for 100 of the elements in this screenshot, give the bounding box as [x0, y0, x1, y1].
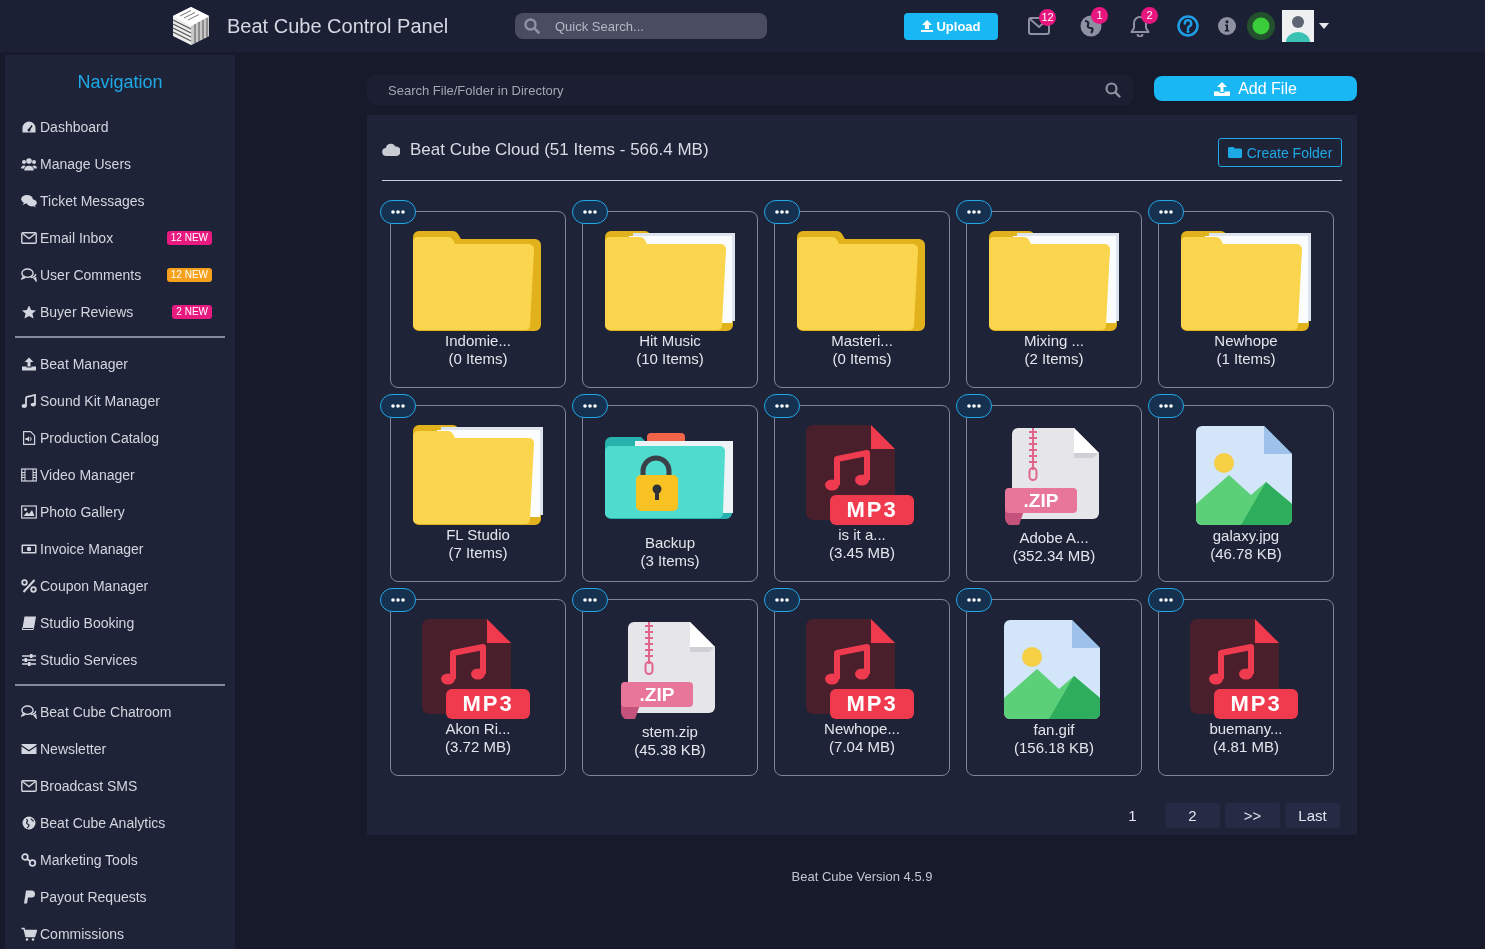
more-options-button[interactable]: [956, 200, 992, 224]
chat-bubbles-icon: [21, 704, 37, 719]
item-count: (3 Items): [640, 552, 700, 570]
chat-bubbles-icon: [21, 193, 37, 208]
page-button[interactable]: 1: [1105, 803, 1160, 828]
percent-icon: [21, 578, 37, 593]
help-icon[interactable]: [1177, 15, 1199, 37]
nav-link[interactable]: Ticket Messages: [5, 182, 235, 219]
dots-icon: [1159, 404, 1173, 408]
folder-name: Mixing ...: [1024, 332, 1084, 350]
dots-icon: [391, 598, 405, 602]
file-type-label: .ZIP: [1005, 488, 1077, 513]
caret-icon[interactable]: [1319, 23, 1329, 29]
more-options-button[interactable]: [572, 588, 608, 612]
nav-link[interactable]: Buyer Reviews 2 NEW: [5, 293, 235, 330]
nav-link[interactable]: User Comments 12 NEW: [5, 256, 235, 293]
nav-link[interactable]: Invoice Manager: [5, 530, 235, 567]
file-type-label: MP3: [830, 495, 914, 525]
p-logo-icon: [21, 889, 37, 904]
nav-link[interactable]: Studio Booking: [5, 604, 235, 641]
file-name: buemany...: [1209, 720, 1283, 738]
file-name: Akon Ri...: [445, 720, 511, 738]
file-tile[interactable]: galaxy.jpg (46.78 KB): [1158, 405, 1334, 582]
nav-link[interactable]: Beat Manager: [5, 345, 235, 382]
folder-tile[interactable]: FL Studio (7 Items): [390, 405, 566, 582]
file-size: (46.78 KB): [1210, 545, 1282, 563]
dots-icon: [967, 404, 981, 408]
nav-link[interactable]: Beat Cube Analytics: [5, 804, 235, 841]
more-options-button[interactable]: [572, 394, 608, 418]
file-type-label: .ZIP: [621, 682, 693, 707]
folder-tile[interactable]: Indomie... (0 Items): [390, 211, 566, 388]
music-note-icon: [21, 393, 37, 408]
info-icon[interactable]: [1218, 17, 1236, 35]
image-file-icon: [1004, 620, 1100, 719]
more-options-button[interactable]: [572, 200, 608, 224]
nav-link[interactable]: Production Catalog: [5, 419, 235, 456]
page-button[interactable]: Last: [1285, 803, 1340, 828]
nav-link[interactable]: Marketing Tools: [5, 841, 235, 878]
more-options-button[interactable]: [1148, 394, 1184, 418]
file-tile[interactable]: MP3 is it a... (3.45 MB): [774, 405, 950, 582]
directory-search-field[interactable]: Search File/Folder in Directory: [367, 75, 1133, 105]
more-options-button[interactable]: [764, 394, 800, 418]
nav-link[interactable]: Beat Cube Chatroom: [5, 693, 235, 730]
new-count-badge: 12 NEW: [166, 267, 212, 282]
nav-link[interactable]: Sound Kit Manager: [5, 382, 235, 419]
more-options-button[interactable]: [764, 588, 800, 612]
file-tile[interactable]: MP3 Newhope... (7.04 MB): [774, 599, 950, 776]
file-tile[interactable]: .ZIP Adobe A... (352.34 MB): [966, 405, 1142, 582]
file-tile[interactable]: .ZIP stem.zip (45.38 KB): [582, 599, 758, 776]
nav-link[interactable]: Video Manager: [5, 456, 235, 493]
nav-link[interactable]: Manage Users: [5, 145, 235, 182]
star-icon: [21, 304, 37, 319]
notification-count: 12: [1039, 9, 1056, 26]
folder-tile[interactable]: Hit Music (10 Items): [582, 211, 758, 388]
create-folder-button[interactable]: Create Folder: [1218, 138, 1342, 167]
upload-icon: [1214, 81, 1231, 96]
more-options-button[interactable]: [764, 200, 800, 224]
search-icon[interactable]: [1105, 82, 1121, 98]
locked-folder-icon: [605, 433, 735, 519]
nav-link[interactable]: Studio Services: [5, 641, 235, 678]
nav-link[interactable]: Email Inbox 12 NEW: [5, 219, 235, 256]
link-icon: [21, 852, 37, 867]
file-tile[interactable]: MP3 Akon Ri... (3.72 MB): [390, 599, 566, 776]
item-count: (2 Items): [1024, 350, 1084, 368]
more-options-button[interactable]: [380, 394, 416, 418]
file-tile[interactable]: MP3 buemany... (4.81 MB): [1158, 599, 1334, 776]
more-options-button[interactable]: [1148, 200, 1184, 224]
nav-link[interactable]: Dashboard: [5, 108, 235, 145]
panel-title: Beat Cube Cloud (51 Items - 566.4 MB): [410, 139, 709, 160]
notification-count: 2: [1141, 7, 1158, 24]
nav-link[interactable]: Payout Requests: [5, 878, 235, 915]
nav-link[interactable]: Commissions: [5, 915, 235, 949]
folder-tile[interactable]: Masteri... (0 Items): [774, 211, 950, 388]
page-button[interactable]: 2: [1165, 803, 1220, 828]
new-count-badge: 2 NEW: [172, 304, 212, 319]
more-options-button[interactable]: [956, 394, 992, 418]
folder-tile[interactable]: Newhope (1 Items): [1158, 211, 1334, 388]
nav-link[interactable]: Broadcast SMS: [5, 767, 235, 804]
file-size: (4.81 MB): [1213, 738, 1279, 756]
dots-icon: [775, 404, 789, 408]
file-type-label: MP3: [446, 689, 530, 719]
more-options-button[interactable]: [1148, 588, 1184, 612]
nav-link[interactable]: Newsletter: [5, 730, 235, 767]
folder-tile[interactable]: Mixing ... (2 Items): [966, 211, 1142, 388]
avatar-icon[interactable]: [1282, 10, 1314, 42]
search-field[interactable]: Quick Search...: [515, 13, 767, 39]
file-name: stem.zip: [642, 723, 698, 741]
more-options-button[interactable]: [380, 200, 416, 224]
nav-link[interactable]: Coupon Manager: [5, 567, 235, 604]
file-size: (3.72 MB): [445, 738, 511, 756]
folder-tile[interactable]: Backup (3 Items): [582, 405, 758, 582]
more-options-button[interactable]: [380, 588, 416, 612]
sliders-icon: [21, 652, 37, 667]
nav-link[interactable]: Photo Gallery: [5, 493, 235, 530]
more-options-button[interactable]: [956, 588, 992, 612]
file-size: (45.38 KB): [634, 741, 706, 759]
file-name: fan.gif: [1033, 721, 1075, 739]
page-button[interactable]: >>: [1225, 803, 1280, 828]
file-tile[interactable]: fan.gif (156.18 KB): [966, 599, 1142, 776]
dots-icon: [583, 404, 597, 408]
